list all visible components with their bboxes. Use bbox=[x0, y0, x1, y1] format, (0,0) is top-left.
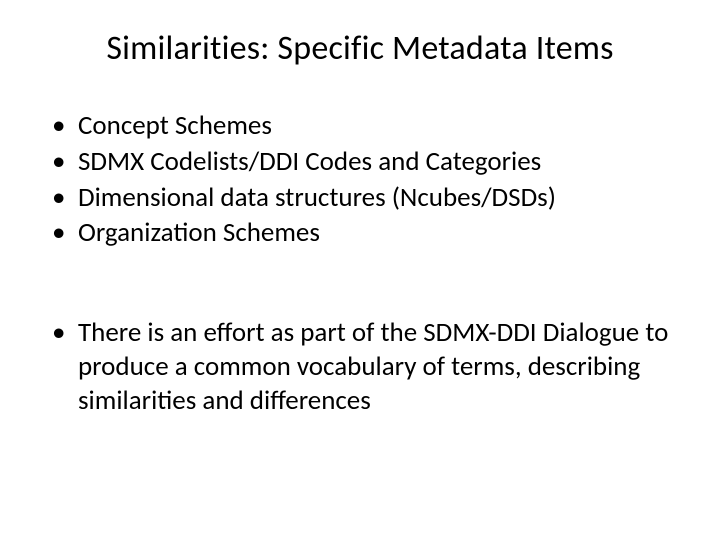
bullet-text: Organization Schemes bbox=[78, 216, 320, 249]
list-item: There is an effort as part of the SDMX-D… bbox=[48, 316, 672, 417]
bullet-list-1: Concept Schemes SDMX Codelists/DDI Codes… bbox=[48, 109, 672, 250]
list-item: SDMX Codelists/DDI Codes and Categories bbox=[48, 145, 672, 179]
slide: Similarities: Specific Metadata Items Co… bbox=[0, 0, 720, 540]
bullet-list-2: There is an effort as part of the SDMX-D… bbox=[48, 316, 672, 417]
bullet-text: Dimensional data structures (Ncubes/DSDs… bbox=[78, 181, 556, 214]
spacer bbox=[48, 252, 672, 316]
bullet-text: Concept Schemes bbox=[78, 109, 272, 142]
bullet-text: SDMX Codelists/DDI Codes and Categories bbox=[78, 145, 541, 178]
list-item: Concept Schemes bbox=[48, 109, 672, 143]
list-item: Dimensional data structures (Ncubes/DSDs… bbox=[48, 181, 672, 215]
list-item: Organization Schemes bbox=[48, 216, 672, 250]
bullet-text: There is an effort as part of the SDMX-D… bbox=[78, 316, 668, 417]
slide-title: Similarities: Specific Metadata Items bbox=[48, 28, 672, 69]
